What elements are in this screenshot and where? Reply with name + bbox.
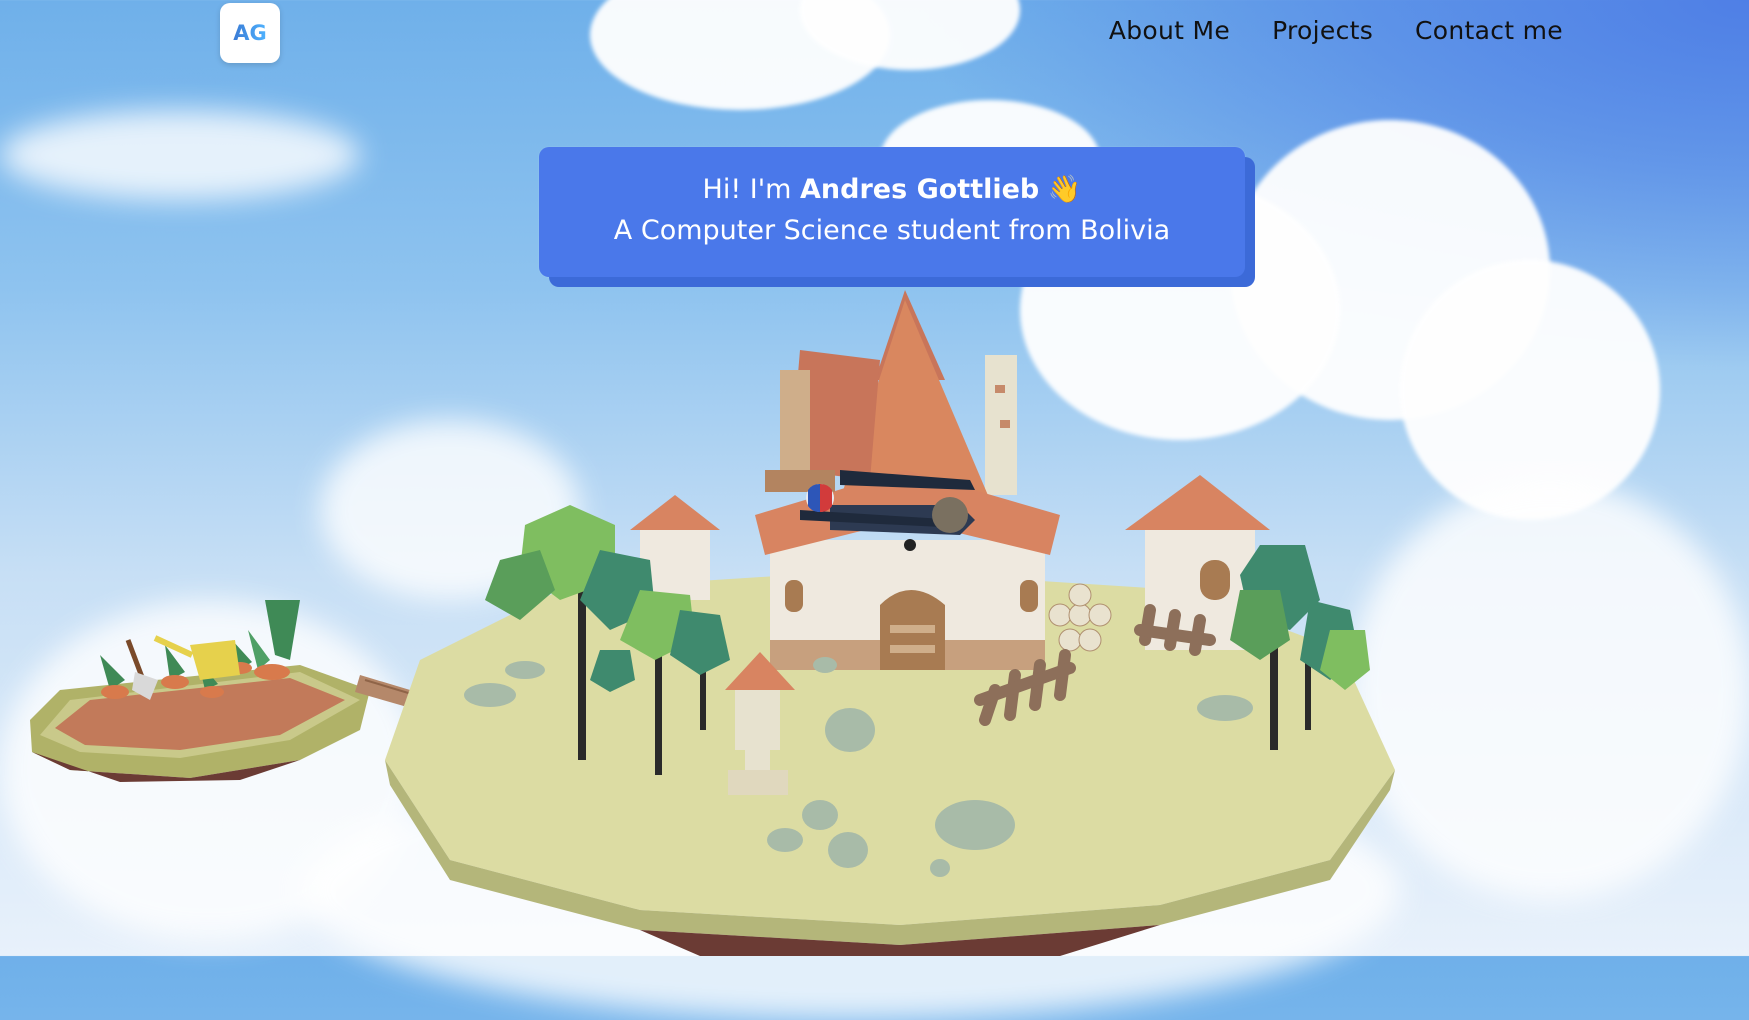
intro-card: Hi! I'm Andres Gottlieb 👋 A Computer Sci… — [539, 147, 1245, 277]
wave-emoji-icon: 👋 — [1047, 174, 1082, 205]
logo-home-link[interactable]: AG — [220, 3, 280, 63]
author-name: Andres Gottlieb — [800, 174, 1040, 205]
main-nav: About Me Projects Contact me — [1109, 16, 1563, 45]
greeting-text: Hi! I'm — [702, 174, 792, 205]
nav-contact-me[interactable]: Contact me — [1415, 16, 1563, 45]
nav-projects[interactable]: Projects — [1272, 16, 1373, 45]
logo-text: AG — [233, 21, 267, 45]
intro-greeting-line: Hi! I'm Andres Gottlieb 👋 — [539, 173, 1245, 205]
site-header: AG About Me Projects Contact me — [0, 0, 1749, 66]
island-scene — [30, 290, 1395, 956]
nav-about-me[interactable]: About Me — [1109, 16, 1230, 45]
intro-subtitle: A Computer Science student from Bolivia — [613, 215, 1171, 246]
